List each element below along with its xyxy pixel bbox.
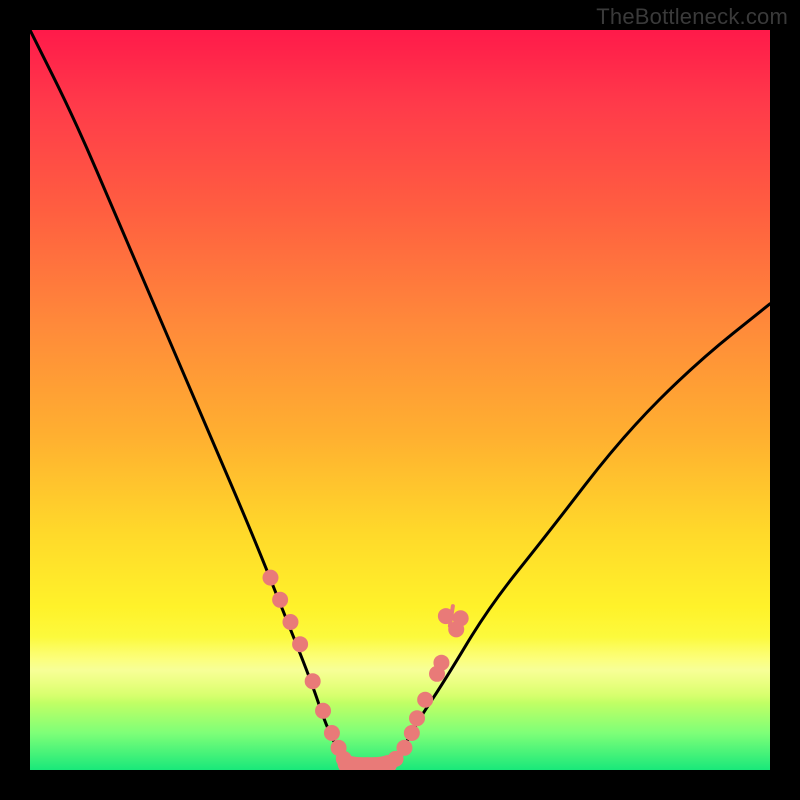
curve-markers-left-dot [315,703,331,719]
curve-markers-right-dot [417,692,433,708]
curve-markers-left-dot [272,592,288,608]
curve-markers-left-dot [324,725,340,741]
curve-markers [263,570,469,770]
curve-markers-right-dot [409,710,425,726]
curve-markers-left-dot [292,636,308,652]
bottleneck-curve-path [30,30,770,770]
curve-markers-right-dot [453,610,469,626]
chart-frame: TheBottleneck.com [0,0,800,800]
curve-markers-left-dot [282,614,298,630]
plot-area [30,30,770,770]
curve-markers-right-dot [433,655,449,671]
watermark-text: TheBottleneck.com [596,4,788,30]
curve-markers-right-dot [396,740,412,756]
curve-markers-left-dot [263,570,279,586]
curve-markers-right-dot [404,725,420,741]
curve-markers-left-dot [305,673,321,689]
bottleneck-curve [30,30,770,770]
chart-svg [30,30,770,770]
